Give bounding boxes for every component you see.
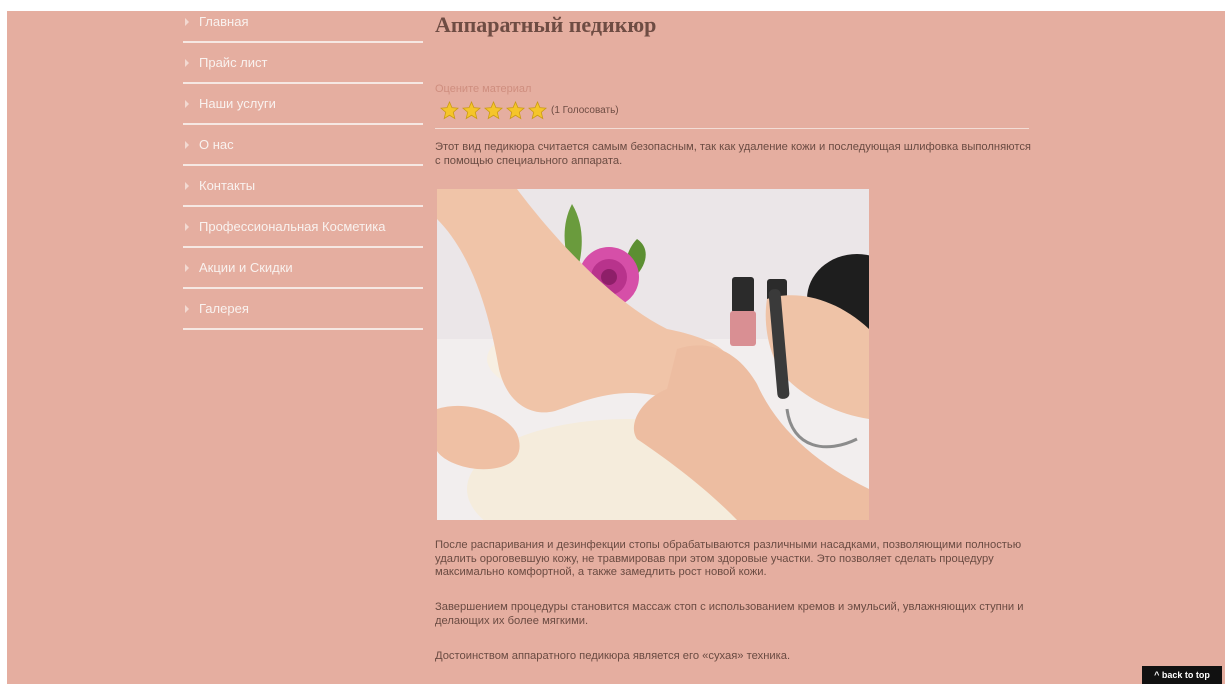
- paragraph-massage: Завершением процедуры становится массаж …: [435, 601, 1024, 627]
- arrow-icon: [185, 58, 189, 67]
- nav-item-promotions[interactable]: Акции и Скидки: [183, 248, 423, 289]
- nav-item-services[interactable]: Наши услуги: [183, 84, 423, 125]
- star-icon[interactable]: [484, 101, 503, 120]
- arrow-icon: [185, 304, 189, 313]
- divider: [435, 128, 1029, 129]
- pedicure-photo: [437, 189, 869, 520]
- back-to-top-button[interactable]: ^ back to top: [1142, 666, 1222, 684]
- arrow-icon: [185, 222, 189, 231]
- nav-item-gallery[interactable]: Галерея: [183, 289, 423, 330]
- intro-paragraph: Этот вид педикюра считается самым безопа…: [435, 141, 1031, 167]
- star-icon[interactable]: [506, 101, 525, 120]
- star-icon[interactable]: [440, 101, 459, 120]
- nav-item-cosmetics[interactable]: Профессиональная Косметика: [183, 207, 423, 248]
- arrow-icon: [185, 181, 189, 190]
- nav-item-contacts[interactable]: Контакты: [183, 166, 423, 207]
- star-icon[interactable]: [462, 101, 481, 120]
- votes-count: (1 Голосовать): [551, 105, 619, 116]
- sidebar-menu: Главная Прайс лист Наши услуги О нас Кон…: [183, 11, 423, 330]
- paragraph-process: После распаривания и дезинфекции стопы о…: [435, 539, 1022, 578]
- star-icon[interactable]: [528, 101, 547, 120]
- arrow-icon: [185, 99, 189, 108]
- paragraph-advantage: Достоинством аппаратного педикюра являет…: [435, 650, 791, 662]
- page-background: Главная Прайс лист Наши услуги О нас Кон…: [7, 11, 1225, 684]
- rating-stars: (1 Голосовать): [440, 101, 619, 120]
- rate-label: Оцените материал: [435, 83, 532, 95]
- nav-item-price-list[interactable]: Прайс лист: [183, 43, 423, 84]
- nav-item-home[interactable]: Главная: [183, 11, 423, 43]
- arrow-icon: [185, 17, 189, 26]
- arrow-icon: [185, 263, 189, 272]
- nav-item-about[interactable]: О нас: [183, 125, 423, 166]
- arrow-icon: [185, 140, 189, 149]
- page-title: Аппаратный педикюр: [435, 12, 657, 37]
